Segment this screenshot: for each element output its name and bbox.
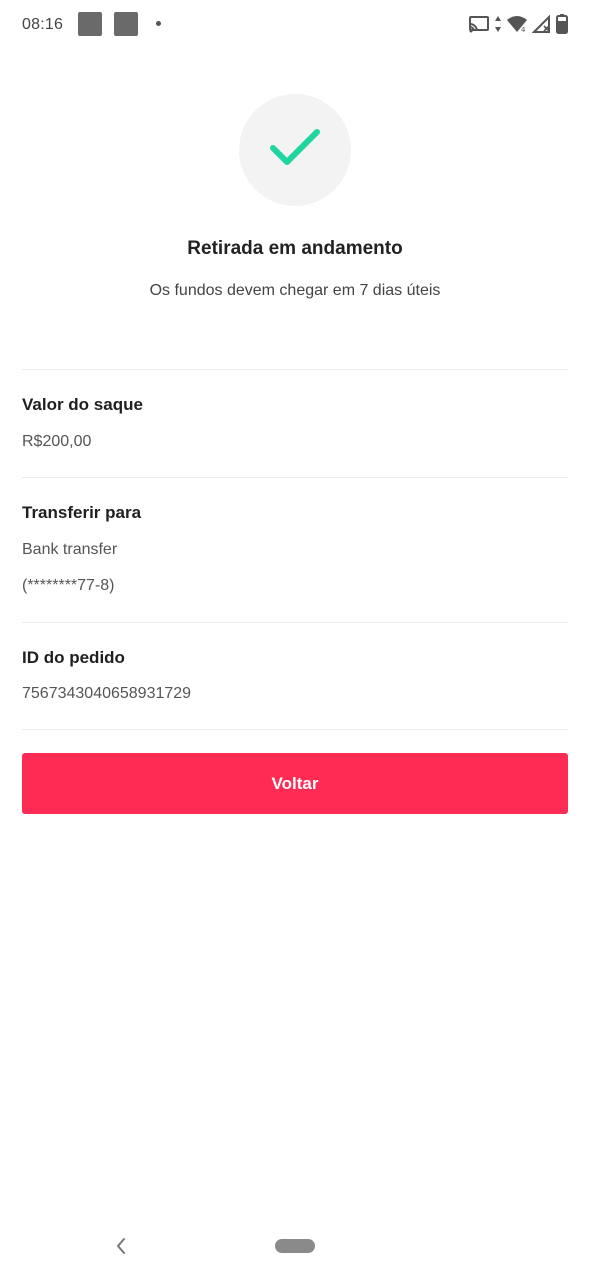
status-time: 08:16 [22,16,64,33]
wifi-icon: 4 [506,15,528,33]
transfer-account: (********77-8) [22,577,115,594]
cast-icon [468,15,490,33]
order-id-label: ID do pedido [22,648,125,667]
svg-text:4: 4 [521,26,526,33]
divider [22,622,568,623]
order-id-value: 7567343040658931729 [22,685,192,702]
divider [22,477,568,478]
amount-label: Valor do saque [22,395,143,414]
checkmark-icon [269,128,321,173]
success-check-circle [239,94,351,206]
transfer-method: Bank transfer [22,541,118,558]
notification-square-icon [78,12,102,36]
back-chevron-icon[interactable] [112,1236,130,1256]
page-title: Retirada em andamento [187,238,403,259]
back-button[interactable]: Voltar [22,753,568,814]
status-icons: 4 [468,14,568,34]
signal-icon [532,15,552,33]
divider [22,729,568,730]
divider [22,369,568,370]
transfer-label: Transferir para [22,503,142,522]
notification-dot-icon [156,21,161,26]
battery-icon [556,14,568,34]
notification-square-icon [114,12,138,36]
data-arrows-icon [494,15,502,33]
home-pill-icon[interactable] [275,1239,315,1253]
amount-value: R$200,00 [22,433,92,450]
page-subtitle: Os fundos devem chegar em 7 dias úteis [149,282,441,299]
status-bar: 08:16 4 [0,0,590,50]
